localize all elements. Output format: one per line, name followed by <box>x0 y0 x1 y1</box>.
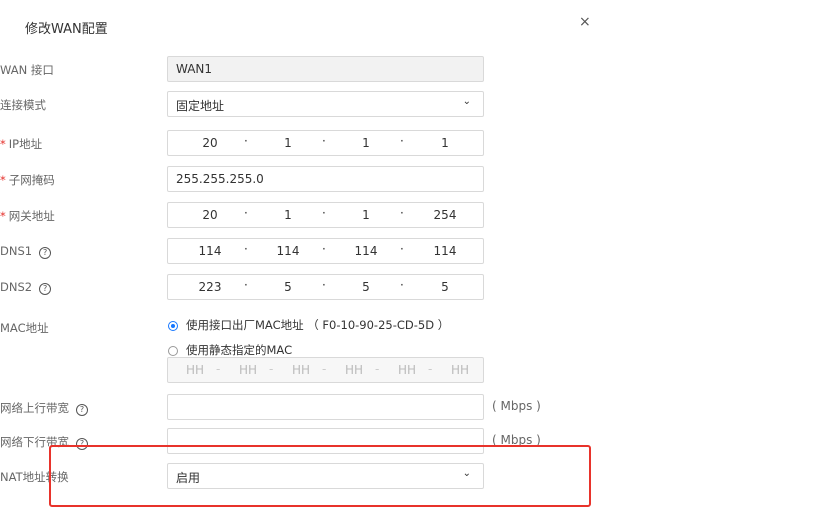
subnet-mask-input[interactable]: 255.255.255.0 <box>167 166 484 192</box>
ip-octet-2[interactable]: 1 <box>268 136 308 150</box>
dns2-row: DNS2? 223 · 5 · 5 · 5 <box>0 274 600 300</box>
octet-separator: · <box>244 242 248 256</box>
upload-bandwidth-input[interactable] <box>167 394 484 420</box>
gateway-octet-1[interactable]: 20 <box>190 208 230 222</box>
ip-octet-4[interactable]: 1 <box>425 136 465 150</box>
mac-static-label: 使用静态指定的MAC <box>186 343 293 357</box>
dns2-octet-1[interactable]: 223 <box>190 280 230 294</box>
ip-address-row: * IP地址 20 · 1 · 1 · 1 <box>0 130 600 156</box>
mac-part-5: HH <box>397 363 417 377</box>
dns1-octet-1[interactable]: 114 <box>190 244 230 258</box>
gateway-octet-3[interactable]: 1 <box>346 208 386 222</box>
connection-mode-value: 固定地址 <box>176 99 225 113</box>
dns2-field[interactable]: 223 · 5 · 5 · 5 <box>167 274 484 300</box>
dns2-octet-3[interactable]: 5 <box>346 280 386 294</box>
dns1-octet-3[interactable]: 114 <box>346 244 386 258</box>
wan-interface-field: WAN1 <box>167 56 484 82</box>
dns1-octet-2[interactable]: 114 <box>268 244 308 258</box>
gateway-octet-4[interactable]: 254 <box>425 208 465 222</box>
radio-unselected-icon[interactable] <box>168 346 178 356</box>
octet-separator: · <box>244 134 248 148</box>
gateway-octet-2[interactable]: 1 <box>268 208 308 222</box>
octet-separator: · <box>400 278 404 292</box>
required-mark: * <box>0 173 6 187</box>
highlight-box <box>49 445 591 507</box>
ip-octet-1[interactable]: 20 <box>190 136 230 150</box>
required-mark: * <box>0 137 6 151</box>
ip-octet-3[interactable]: 1 <box>346 136 386 150</box>
dns2-octet-2[interactable]: 5 <box>268 280 308 294</box>
upload-bandwidth-row: 网络上行带宽? ( Mbps ) <box>0 394 600 420</box>
octet-separator: · <box>244 206 248 220</box>
mac-part-2: HH <box>238 363 258 377</box>
wan-interface-value: WAN1 <box>176 62 213 76</box>
mac-factory-option[interactable]: 使用接口出厂MAC地址 （ F0-10-90-25-CD-5D ） <box>168 317 449 335</box>
dns1-field[interactable]: 114 · 114 · 114 · 114 <box>167 238 484 264</box>
dns2-octet-4[interactable]: 5 <box>425 280 465 294</box>
mac-part-6: HH <box>450 363 470 377</box>
dns1-row: DNS1? 114 · 114 · 114 · 114 <box>0 238 600 264</box>
chevron-down-icon: ⌄ <box>462 96 471 107</box>
octet-separator: · <box>244 278 248 292</box>
gateway-row: * 网关地址 20 · 1 · 1 · 254 <box>0 202 600 228</box>
mac-factory-label: 使用接口出厂MAC地址 （ F0-10-90-25-CD-5D ） <box>186 318 450 332</box>
mac-separator: - <box>375 362 380 376</box>
mac-separator: - <box>269 362 274 376</box>
dns1-octet-4[interactable]: 114 <box>425 244 465 258</box>
octet-separator: · <box>322 242 326 256</box>
connection-mode-row: 连接模式 固定地址 ⌄ <box>0 91 600 117</box>
ip-address-field[interactable]: 20 · 1 · 1 · 1 <box>167 130 484 156</box>
help-icon[interactable]: ? <box>39 247 52 259</box>
octet-separator: · <box>322 278 326 292</box>
octet-separator: · <box>322 134 326 148</box>
subnet-mask-row: * 子网掩码 255.255.255.0 <box>0 166 600 192</box>
mac-separator: - <box>216 362 221 376</box>
mac-part-4: HH <box>344 363 364 377</box>
octet-separator: · <box>400 134 404 148</box>
close-icon[interactable]: × <box>579 14 591 30</box>
octet-separator: · <box>400 242 404 256</box>
mac-part-1: HH <box>185 363 205 377</box>
connection-mode-select[interactable]: 固定地址 ⌄ <box>167 91 484 117</box>
radio-selected-icon[interactable] <box>168 321 178 331</box>
wan-interface-row: WAN 接口 WAN1 <box>0 56 600 82</box>
gateway-field[interactable]: 20 · 1 · 1 · 254 <box>167 202 484 228</box>
dialog-title: 修改WAN配置 <box>25 22 108 37</box>
mac-separator: - <box>322 362 327 376</box>
help-icon[interactable]: ? <box>39 283 52 295</box>
mac-separator: - <box>428 362 433 376</box>
mac-part-3: HH <box>291 363 311 377</box>
octet-separator: · <box>322 206 326 220</box>
required-mark: * <box>0 209 6 223</box>
octet-separator: · <box>400 206 404 220</box>
mac-static-field: HH - HH - HH - HH - HH - HH <box>167 357 484 383</box>
upload-bandwidth-unit: ( Mbps ) <box>492 399 541 413</box>
help-icon[interactable]: ? <box>76 404 88 416</box>
subnet-mask-value: 255.255.255.0 <box>176 172 264 186</box>
